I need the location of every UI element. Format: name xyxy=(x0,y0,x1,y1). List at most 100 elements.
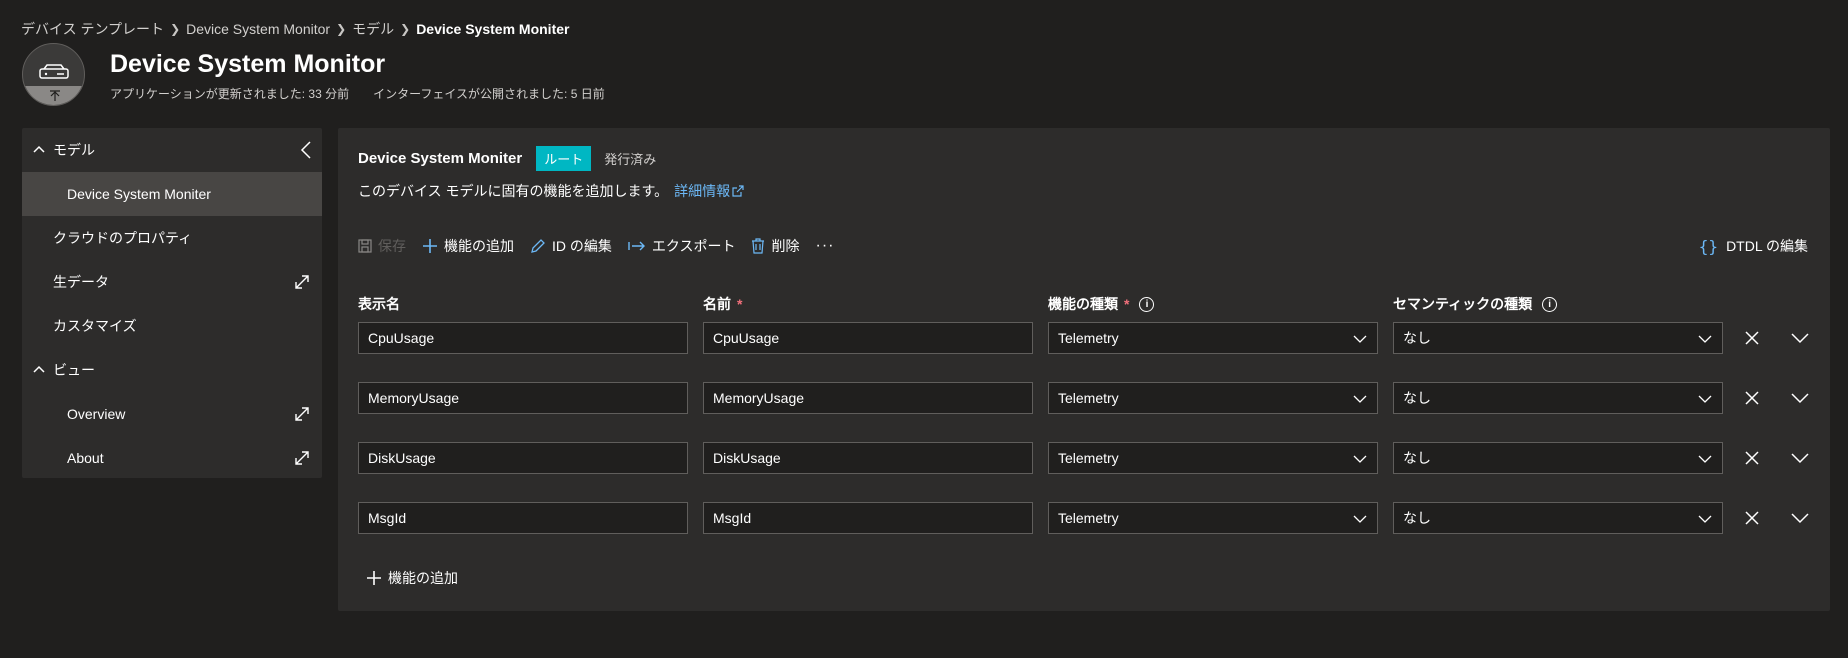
semantic-type-dropdown[interactable]: なし xyxy=(1393,382,1723,414)
display-name-input[interactable]: DiskUsage xyxy=(358,442,688,474)
sidebar-item-overview[interactable]: Overview xyxy=(22,392,322,436)
delete-button[interactable]: 削除 xyxy=(751,236,799,256)
delete-label: 削除 xyxy=(771,238,800,254)
sidebar-item-raw-data[interactable]: 生データ xyxy=(22,260,322,304)
expand-row-icon[interactable] xyxy=(1791,333,1809,344)
toolbar: 保存 機能の追加 ID の編集 エクスポート 削除 ··· xyxy=(358,231,834,261)
semantic-type-value: なし xyxy=(1403,330,1431,346)
chevron-down-icon xyxy=(1698,335,1712,343)
info-icon[interactable]: i xyxy=(1542,296,1558,312)
model-name: Device System Moniter xyxy=(358,150,523,167)
sidebar-item-label: Overview xyxy=(67,406,126,422)
export-label: エクスポート xyxy=(651,238,736,254)
external-link-icon xyxy=(732,185,744,197)
sidebar-group-views[interactable]: ビュー xyxy=(22,348,322,392)
sidebar-item-label: 生データ xyxy=(53,274,109,290)
export-icon xyxy=(628,241,645,251)
semantic-type-value: なし xyxy=(1403,450,1431,466)
model-panel: Device System Moniter ルート 発行済み このデバイス モデ… xyxy=(338,128,1830,611)
display-name-input[interactable]: MemoryUsage xyxy=(358,382,688,414)
add-capability-footer-button[interactable]: 機能の追加 xyxy=(366,568,458,588)
add-capability-button[interactable]: 機能の追加 xyxy=(422,236,514,256)
edit-id-button[interactable]: ID の編集 xyxy=(530,236,612,256)
upload-icon xyxy=(50,90,60,101)
capability-type-dropdown[interactable]: Telemetry xyxy=(1048,382,1378,414)
device-avatar[interactable] xyxy=(22,43,85,106)
capability-type-value: Telemetry xyxy=(1058,510,1119,526)
semantic-type-value: なし xyxy=(1403,390,1431,406)
pencil-icon xyxy=(531,239,545,253)
chevron-right-icon: ❯ xyxy=(170,22,181,36)
chevron-down-icon xyxy=(1353,515,1367,523)
expand-row-icon[interactable] xyxy=(1791,393,1809,404)
sidebar-item-device-system-moniter[interactable]: Device System Moniter xyxy=(22,172,322,216)
chevron-right-icon: ❯ xyxy=(336,22,347,36)
sidebar-item-cloud-properties[interactable]: クラウドのプロパティ xyxy=(22,216,322,260)
export-button[interactable]: エクスポート xyxy=(628,236,736,256)
chevron-down-icon xyxy=(1353,455,1367,463)
breadcrumb-device-system-monitor[interactable]: Device System Monitor xyxy=(186,21,330,37)
display-name-input[interactable]: CpuUsage xyxy=(358,322,688,354)
chevron-right-icon: ❯ xyxy=(400,22,411,36)
breadcrumb-device-templates[interactable]: デバイス テンプレート xyxy=(21,19,164,39)
more-options-button[interactable]: ··· xyxy=(815,237,834,255)
sidebar: モデル Device System Moniter クラウドのプロパティ 生デー… xyxy=(22,128,322,478)
published-text: インターフェイスが公開されました: 5 日前 xyxy=(373,87,605,101)
delete-row-icon[interactable] xyxy=(1745,451,1759,465)
column-header-display-name: 表示名 xyxy=(358,296,400,312)
learn-more-label: 詳細情報 xyxy=(674,183,731,199)
expand-row-icon[interactable] xyxy=(1791,513,1809,524)
capability-type-dropdown[interactable]: Telemetry xyxy=(1048,502,1378,534)
save-icon xyxy=(358,239,372,253)
breadcrumb: デバイス テンプレート ❯ Device System Monitor ❯ モデ… xyxy=(21,19,569,39)
capability-type-value: Telemetry xyxy=(1058,450,1119,466)
sidebar-item-label: About xyxy=(67,450,104,466)
required-mark: * xyxy=(1124,296,1130,312)
name-input[interactable]: MsgId xyxy=(703,502,1033,534)
updated-text: アプリケーションが更新されました: 33 分前 xyxy=(110,87,350,101)
delete-row-icon[interactable] xyxy=(1745,511,1759,525)
plus-icon xyxy=(423,239,437,253)
model-header: Device System Moniter ルート 発行済み xyxy=(358,146,656,171)
name-input[interactable]: DiskUsage xyxy=(703,442,1033,474)
device-meta: アプリケーションが更新されました: 33 分前 インターフェイスが公開されました… xyxy=(110,85,605,102)
learn-more-link[interactable]: 詳細情報 xyxy=(674,181,744,201)
capability-type-dropdown[interactable]: Telemetry xyxy=(1048,442,1378,474)
capability-type-value: Telemetry xyxy=(1058,390,1119,406)
delete-row-icon[interactable] xyxy=(1745,331,1759,345)
chevron-down-icon xyxy=(1353,335,1367,343)
column-header-name: 名前 * xyxy=(703,296,743,312)
sidebar-item-label: クラウドのプロパティ xyxy=(53,230,193,246)
edit-dtdl-button[interactable]: {} DTDL の編集 xyxy=(1699,231,1808,261)
sidebar-item-about[interactable]: About xyxy=(22,436,322,480)
name-input[interactable]: CpuUsage xyxy=(703,322,1033,354)
delete-row-icon[interactable] xyxy=(1745,391,1759,405)
chevron-down-icon xyxy=(1698,455,1712,463)
column-header-capability-type: 機能の種類 * i xyxy=(1048,294,1155,314)
semantic-type-dropdown[interactable]: なし xyxy=(1393,502,1723,534)
name-input[interactable]: MemoryUsage xyxy=(703,382,1033,414)
sidebar-item-label: Device System Moniter xyxy=(67,186,211,202)
trash-icon xyxy=(752,238,765,254)
chevron-up-icon xyxy=(33,145,45,153)
root-badge: ルート xyxy=(536,146,592,171)
sidebar-group-model-label: モデル xyxy=(53,142,95,158)
chevron-down-icon xyxy=(1698,515,1712,523)
capability-type-value: Telemetry xyxy=(1058,330,1119,346)
open-external-icon xyxy=(295,275,309,289)
sidebar-item-customize[interactable]: カスタマイズ xyxy=(22,304,322,348)
semantic-type-dropdown[interactable]: なし xyxy=(1393,322,1723,354)
expand-row-icon[interactable] xyxy=(1791,453,1809,464)
breadcrumb-model[interactable]: モデル xyxy=(352,19,394,39)
save-button[interactable]: 保存 xyxy=(358,236,406,256)
info-icon[interactable]: i xyxy=(1139,296,1155,312)
semantic-type-dropdown[interactable]: なし xyxy=(1393,442,1723,474)
capability-type-dropdown[interactable]: Telemetry xyxy=(1048,322,1378,354)
sidebar-group-model[interactable]: モデル xyxy=(22,128,322,172)
edit-id-label: ID の編集 xyxy=(552,238,612,254)
add-capability-label: 機能の追加 xyxy=(444,238,514,254)
display-name-input[interactable]: MsgId xyxy=(358,502,688,534)
plus-icon xyxy=(367,571,381,585)
open-external-icon xyxy=(295,407,309,421)
semantic-type-value: なし xyxy=(1403,510,1431,526)
